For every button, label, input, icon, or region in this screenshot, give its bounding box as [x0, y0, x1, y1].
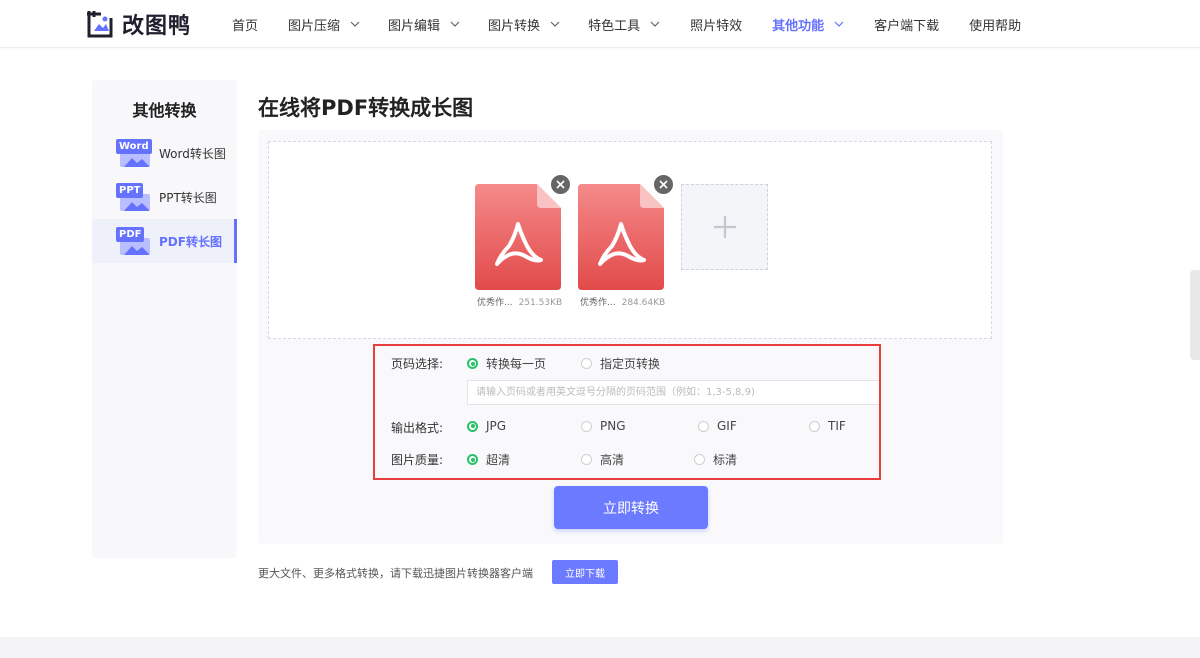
radio-label: JPG: [486, 419, 507, 433]
nav-effects-label: 照片特效: [690, 18, 743, 34]
radio-dot: [467, 358, 478, 369]
nav-tools[interactable]: 特色工具: [588, 15, 660, 34]
radio-dot: [809, 420, 820, 432]
nav-edit-label: 图片编辑: [388, 18, 441, 34]
nav-other[interactable]: 其他功能: [772, 15, 844, 34]
remove-file-button[interactable]: [550, 174, 571, 195]
radio-label: 超清: [486, 453, 511, 467]
page-footer-band: [0, 637, 1200, 658]
chevron-down-icon: [550, 21, 560, 27]
file-name: 优秀作...: [580, 298, 616, 308]
radio-specified-pages[interactable]: 指定页转换: [581, 355, 660, 372]
nav-help-label: 使用帮助: [969, 18, 1022, 34]
nav-help[interactable]: 使用帮助: [969, 15, 1021, 34]
sidebar-item-label: Word转长图: [159, 146, 226, 161]
radio-dot: [581, 454, 592, 465]
close-icon: [556, 180, 565, 189]
remove-file-button[interactable]: [653, 174, 674, 195]
page-title: 在线将PDF转换成长图: [258, 96, 474, 120]
radio-quality-standard[interactable]: 标清: [694, 451, 737, 468]
page-range-input[interactable]: [467, 380, 879, 405]
format-label: 输出格式:: [391, 421, 444, 435]
chevron-down-icon: [834, 21, 844, 27]
radio-format-gif[interactable]: GIF: [698, 419, 737, 433]
radio-label: GIF: [717, 419, 737, 433]
active-indicator: [234, 219, 237, 263]
chevron-down-icon: [450, 21, 460, 27]
file-info: 优秀作... 284.64KB: [580, 295, 680, 308]
file-name: 优秀作...: [477, 298, 513, 308]
chevron-down-icon: [650, 21, 660, 27]
pdf-doc-icon: PDF: [116, 227, 150, 255]
nav-convert[interactable]: 图片转换: [488, 15, 560, 34]
pdf-file-icon: [578, 184, 664, 290]
nav-client-download-label: 客户端下载: [874, 18, 940, 34]
radio-label: 标清: [713, 453, 738, 467]
nav-compress[interactable]: 图片压缩: [288, 15, 360, 34]
sidebar-item-tag: PDF: [116, 227, 145, 242]
radio-dot: [467, 454, 478, 465]
logo-text: 改图鸭: [122, 14, 192, 39]
client-download-note: 更大文件、更多格式转换，请下载迅捷图片转换器客户端: [258, 567, 533, 580]
radio-dot: [581, 358, 592, 369]
sidebar-item-tag: PPT: [116, 183, 144, 198]
radio-quality-high[interactable]: 高清: [581, 451, 624, 468]
main-nav: 首页 图片压缩 图片编辑 图片转换 特色工具 照片特效 其他功能 客户端下载 使…: [232, 0, 1021, 48]
convert-now-button[interactable]: 立即转换: [554, 486, 708, 529]
radio-label: 指定页转换: [600, 357, 661, 371]
download-now-button[interactable]: 立即下载: [552, 560, 618, 584]
radio-dot: [698, 420, 709, 432]
nav-edit[interactable]: 图片编辑: [388, 15, 460, 34]
page-select-label: 页码选择:: [391, 357, 444, 371]
nav-compress-label: 图片压缩: [288, 18, 341, 34]
nav-home-label: 首页: [232, 18, 259, 34]
radio-format-jpg[interactable]: JPG: [467, 419, 506, 433]
logo-icon: [87, 11, 113, 38]
sidebar-item-word[interactable]: Word Word转长图: [92, 131, 237, 175]
sidebar-item-label: PDF转长图: [159, 234, 222, 249]
radio-quality-ultra[interactable]: 超清: [467, 451, 510, 468]
sidebar-item-pdf[interactable]: PDF PDF转长图: [92, 219, 237, 263]
nav-other-label: 其他功能: [772, 18, 825, 34]
radio-label: 转换每一页: [486, 357, 547, 371]
side-float-tab[interactable]: [1190, 270, 1200, 360]
quality-label: 图片质量:: [391, 453, 444, 467]
radio-dot: [581, 420, 592, 432]
chevron-down-icon: [350, 21, 360, 27]
nav-client-download[interactable]: 客户端下载: [874, 15, 939, 34]
file-size: 284.64KB: [621, 298, 666, 308]
word-doc-icon: Word: [116, 139, 152, 167]
radio-label: 高清: [600, 453, 625, 467]
file-size: 251.53KB: [518, 298, 563, 308]
add-file-button[interactable]: [681, 184, 768, 270]
sidebar-item-ppt[interactable]: PPT PPT转长图: [92, 175, 237, 219]
radio-label: TIF: [828, 419, 846, 433]
top-header: 改图鸭 首页 图片压缩 图片编辑 图片转换 特色工具 照片特效 其他功能 客户端…: [0, 0, 1200, 48]
pdf-file-icon: [475, 184, 561, 290]
radio-dot: [467, 420, 478, 432]
file-info: 优秀作... 251.53KB: [477, 295, 577, 308]
logo[interactable]: 改图鸭: [86, 7, 191, 41]
radio-format-png[interactable]: PNG: [581, 419, 626, 433]
ppt-doc-icon: PPT: [116, 183, 150, 211]
sidebar-title: 其他转换: [132, 101, 197, 120]
close-icon: [659, 180, 668, 189]
nav-tools-label: 特色工具: [588, 18, 641, 34]
nav-effects[interactable]: 照片特效: [690, 15, 742, 34]
sidebar: 其他转换 Word Word转长图 PPT PPT转长图 PDF PDF转长图: [92, 80, 237, 558]
sidebar-item-label: PPT转长图: [159, 190, 217, 205]
nav-convert-label: 图片转换: [488, 18, 541, 34]
sidebar-item-tag: Word: [116, 139, 152, 154]
radio-convert-every-page[interactable]: 转换每一页: [467, 355, 546, 372]
plus-icon: [713, 216, 736, 238]
nav-home[interactable]: 首页: [232, 15, 258, 34]
radio-format-tif[interactable]: TIF: [809, 419, 846, 433]
radio-dot: [694, 454, 705, 465]
radio-label: PNG: [600, 419, 626, 433]
